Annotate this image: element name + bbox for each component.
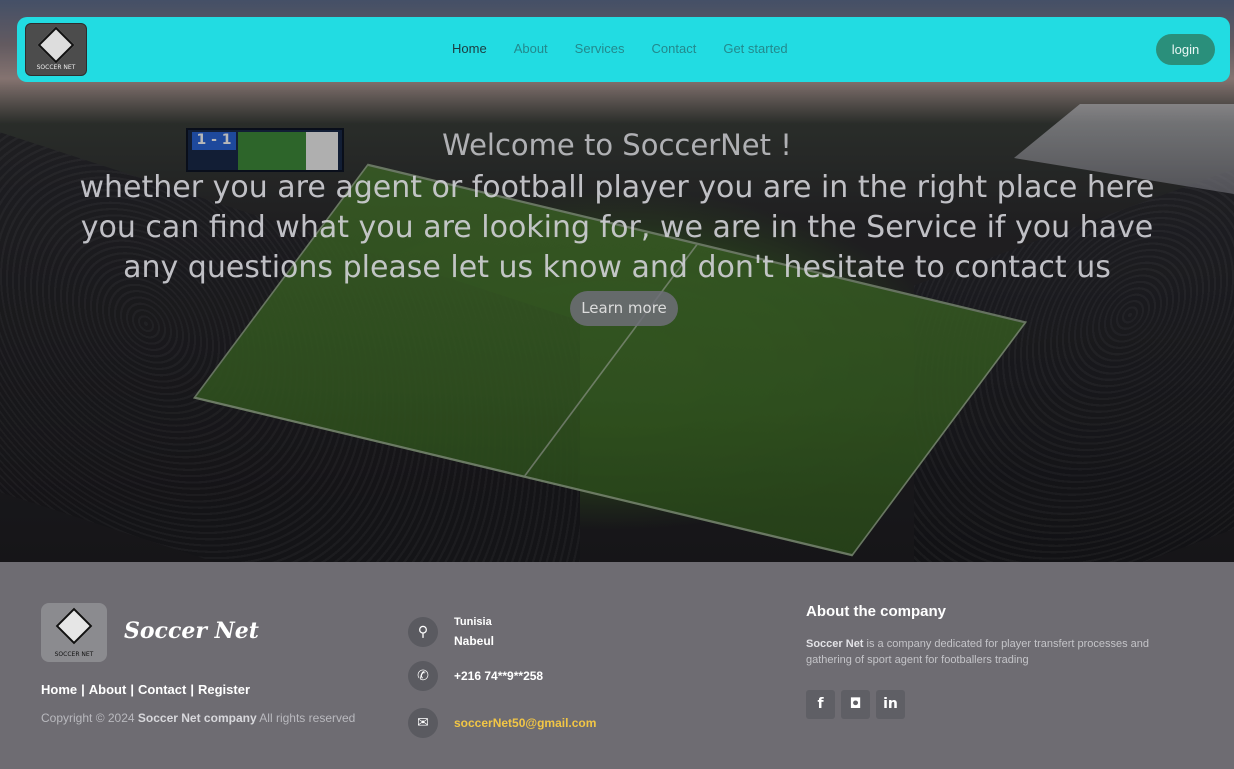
email-link[interactable]: soccerNet50@gmail.com xyxy=(454,714,596,733)
learn-more-button[interactable]: Learn more xyxy=(570,291,678,326)
nav-contact[interactable]: Contact xyxy=(652,41,697,56)
contact-email: ✉ soccerNet50@gmail.com xyxy=(408,708,596,738)
footer-links: Home | About | Contact | Register xyxy=(41,682,251,697)
brand-logo[interactable]: SOCCER NET xyxy=(25,23,87,76)
footer-link-home[interactable]: Home xyxy=(41,682,77,697)
social-links: f ◘ in xyxy=(806,690,905,719)
hero-subtitle: whether you are agent or football player… xyxy=(79,170,1155,285)
soccer-ball-logo-icon xyxy=(37,26,75,64)
nav-get-started[interactable]: Get started xyxy=(723,41,787,56)
footer-logo: SOCCER NET xyxy=(41,603,107,662)
contact-phone: ✆ +216 74**9**258 xyxy=(408,661,543,691)
soccer-ball-logo-icon xyxy=(55,607,93,645)
location-pin-icon: ⚲ xyxy=(408,617,438,647)
nav-home[interactable]: Home xyxy=(452,41,487,56)
nav-services[interactable]: Services xyxy=(575,41,625,56)
nav-links: Home About Services Contact Get started xyxy=(452,41,788,56)
nav-about[interactable]: About xyxy=(514,41,548,56)
login-button[interactable]: login xyxy=(1156,34,1215,65)
linkedin-icon[interactable]: in xyxy=(876,690,905,719)
navbar: SOCCER NET Home About Services Contact G… xyxy=(17,17,1230,82)
hero-section: 1 - 1 Welcome to SoccerNet ! whether you… xyxy=(0,0,1234,562)
footer-link-contact[interactable]: Contact xyxy=(138,682,186,697)
facebook-icon[interactable]: f xyxy=(806,690,835,719)
copyright: Copyright © 2024 Soccer Net company All … xyxy=(41,711,356,725)
footer-link-about[interactable]: About xyxy=(89,682,127,697)
envelope-icon: ✉ xyxy=(408,708,438,738)
phone-icon: ✆ xyxy=(408,661,438,691)
instagram-icon[interactable]: ◘ xyxy=(841,690,870,719)
about-text: Soccer Net is a company dedicated for pl… xyxy=(806,638,1150,666)
footer-brand-name: Soccer Net xyxy=(124,618,259,644)
footer-link-register[interactable]: Register xyxy=(198,682,250,697)
contact-address: ⚲ Tunisia Nabeul xyxy=(408,613,494,651)
footer: SOCCER NET Soccer Net Home | About | Contact… xyxy=(0,562,1234,769)
about-title: About the company xyxy=(806,603,947,620)
hero-title: Welcome to SoccerNet ! xyxy=(442,128,792,162)
